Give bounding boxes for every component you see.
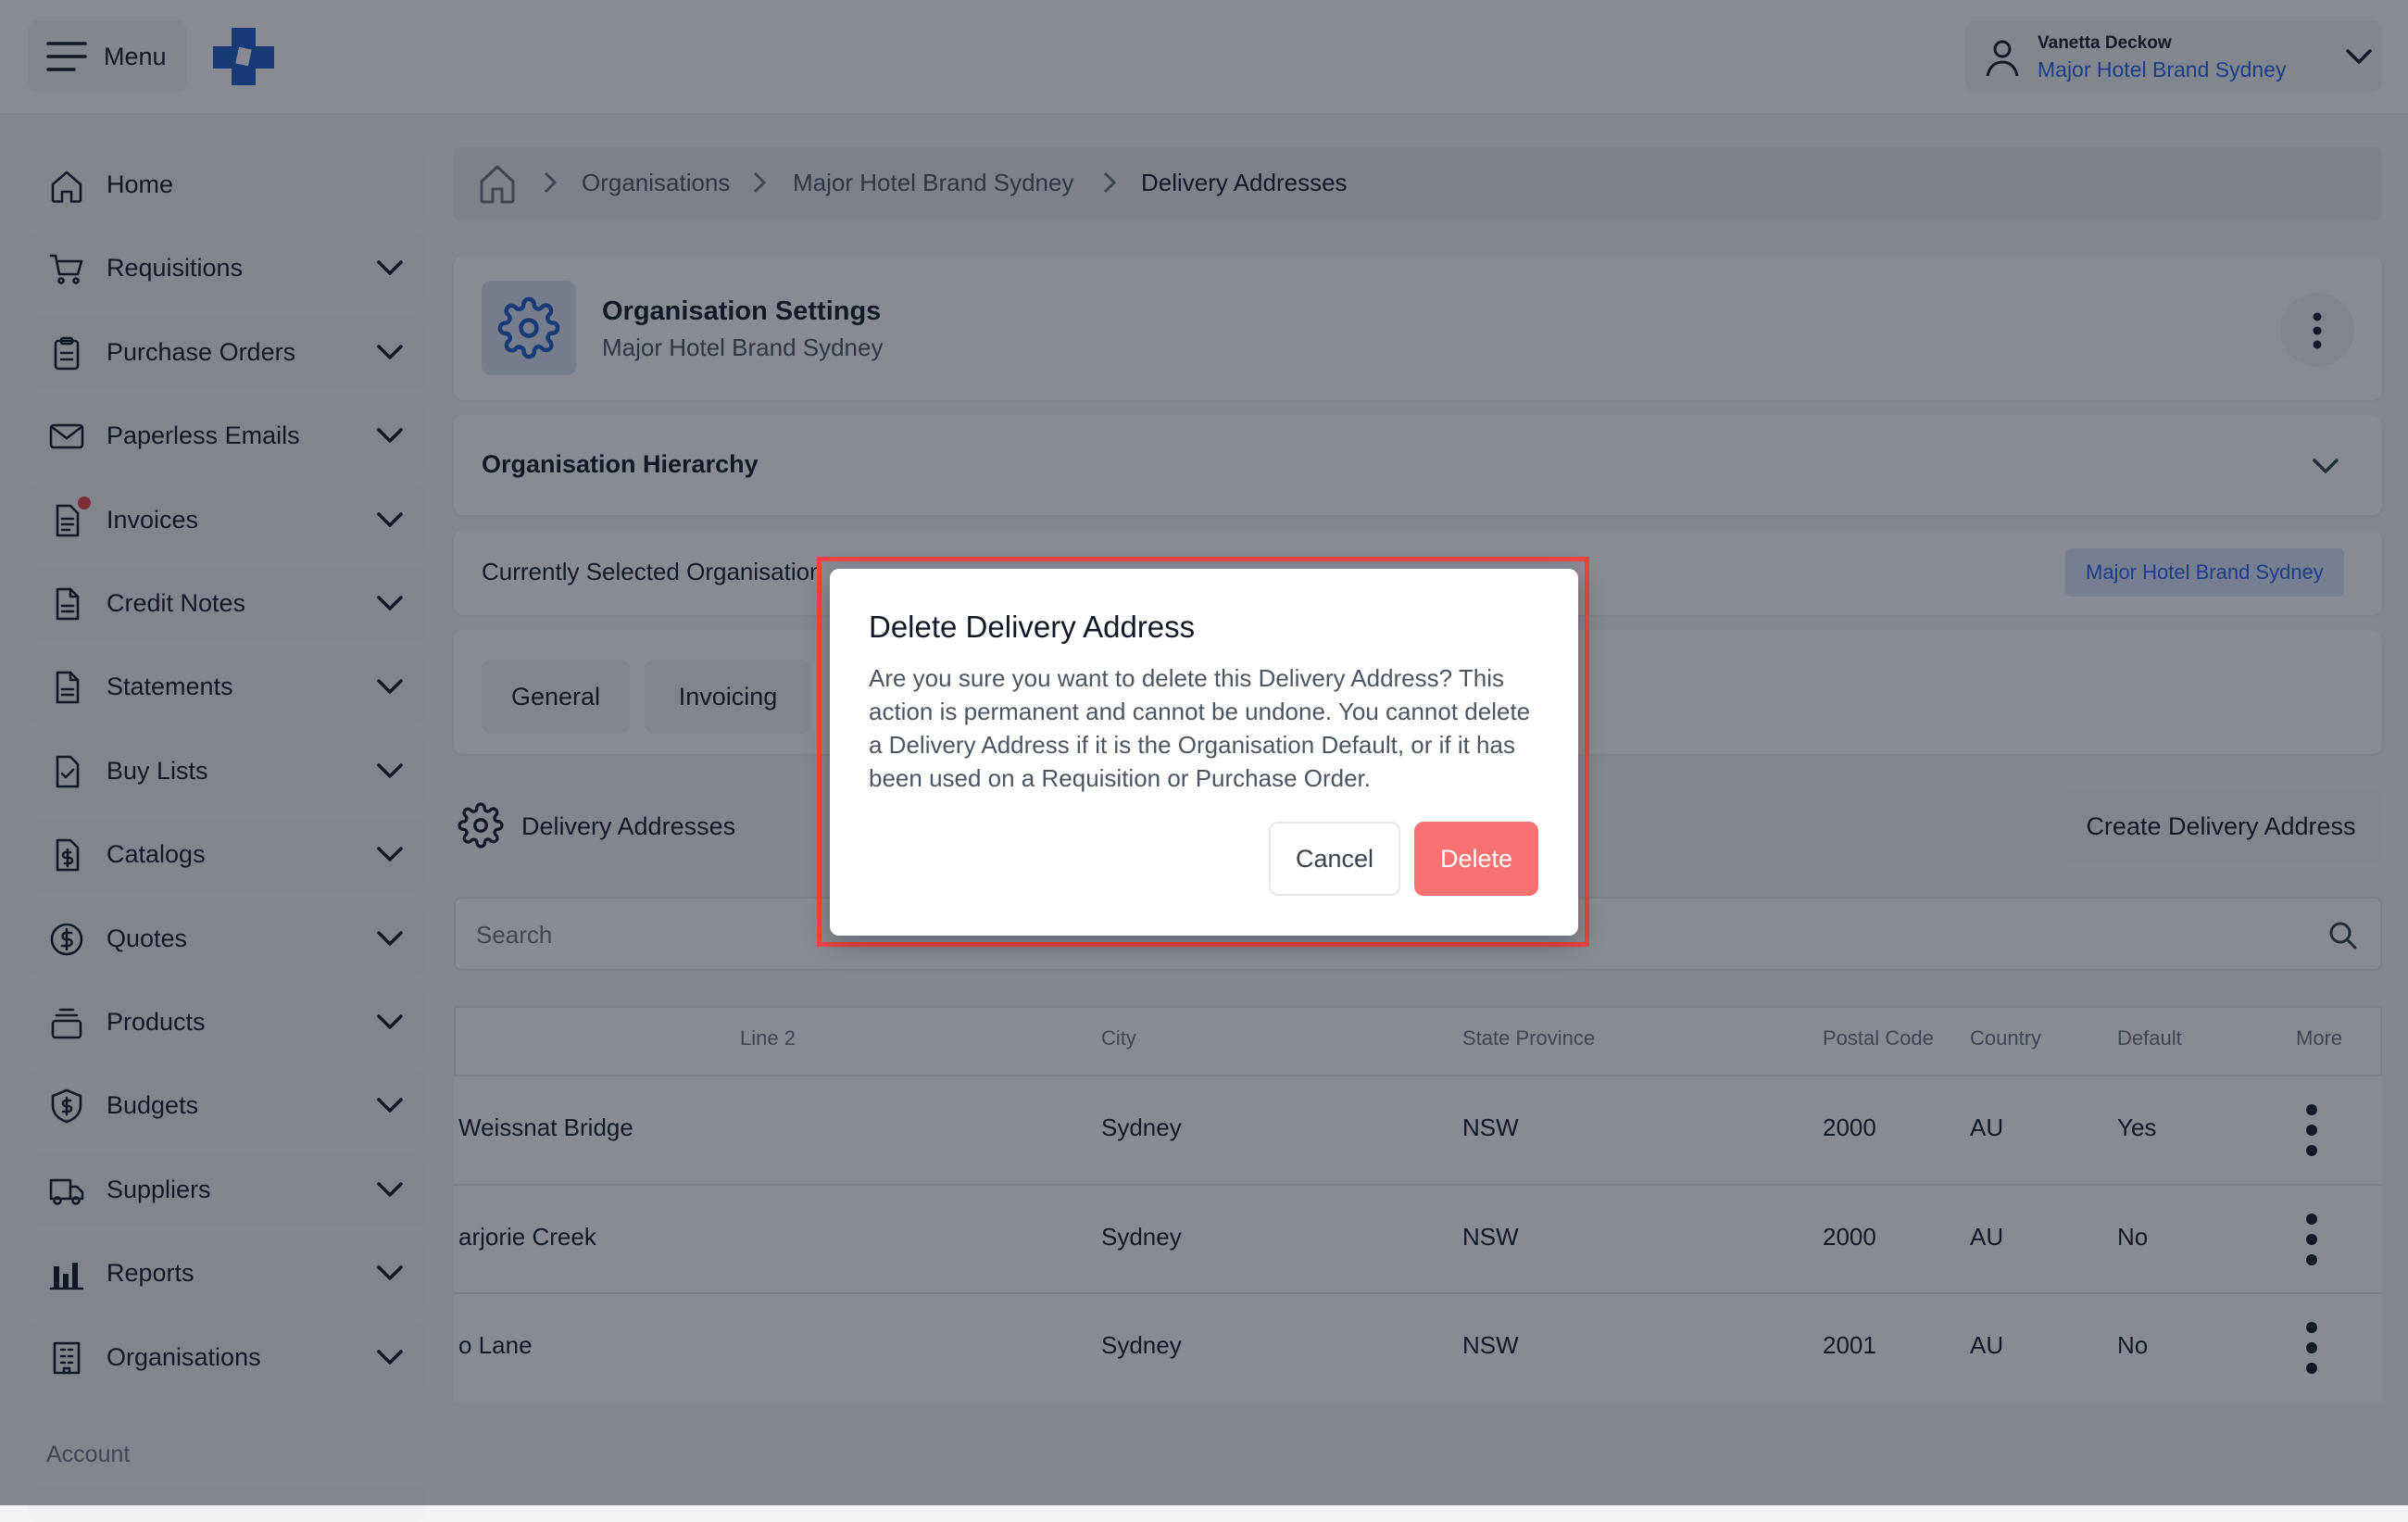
dialog-message: Are you sure you want to delete this Del… [869, 664, 1531, 792]
cancel-button[interactable]: Cancel [1269, 822, 1400, 896]
delete-delivery-address-dialog: Delete Delivery Address Are you sure you… [830, 569, 1578, 936]
dialog-title: Delete Delivery Address [869, 610, 1196, 644]
delete-button[interactable]: Delete [1414, 822, 1538, 896]
